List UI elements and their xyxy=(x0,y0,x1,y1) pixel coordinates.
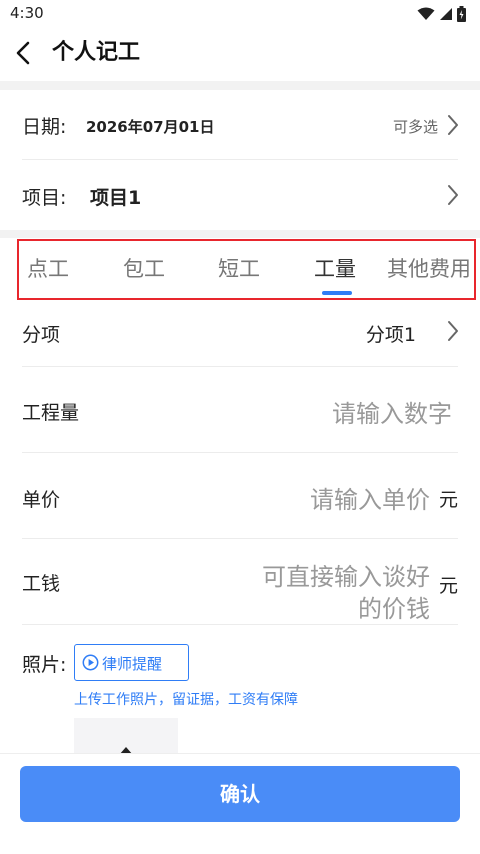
date-row[interactable]: 日期: 2026年07月01日 可多选 xyxy=(0,90,480,160)
chevron-right-icon xyxy=(448,321,458,341)
quantity-row: 工程量 请输入数字 xyxy=(0,367,480,453)
wage-row: 工钱 可直接输入谈好 的价钱 元 xyxy=(0,539,480,625)
unit-price-row: 单价 请输入单价 元 xyxy=(0,453,480,539)
battery-icon xyxy=(457,6,466,22)
status-icons xyxy=(417,6,466,22)
project-row[interactable]: 项目: 项目1 xyxy=(0,160,480,230)
project-label: 项目: xyxy=(22,187,67,209)
page-title: 个人记工 xyxy=(52,40,141,65)
subitem-value: 分项1 xyxy=(365,324,416,346)
tab-duan-gong[interactable]: 短工 xyxy=(218,253,260,283)
quantity-input[interactable]: 请输入数字 xyxy=(332,394,452,429)
lawyer-reminder-button[interactable]: 律师提醒 xyxy=(74,644,189,681)
wage-placeholder-line2: 的价钱 xyxy=(358,595,430,623)
confirm-button[interactable]: 确认 xyxy=(20,766,460,822)
upload-note: 上传工作照片，留证据，工资有保障 xyxy=(74,692,298,708)
back-arrow-icon[interactable] xyxy=(10,38,40,68)
chevron-right-icon xyxy=(448,115,458,135)
wage-label: 工钱 xyxy=(22,573,61,595)
section-separator xyxy=(0,230,480,238)
unit-price-input[interactable]: 请输入单价 xyxy=(310,480,430,515)
project-value: 项目1 xyxy=(90,187,142,209)
work-type-tabs: 点工 包工 短工 工量 其他费用 xyxy=(17,239,476,300)
photo-upload-box[interactable] xyxy=(74,718,178,759)
signal-icon xyxy=(440,8,452,20)
quantity-label: 工程量 xyxy=(22,402,80,424)
date-label: 日期: xyxy=(22,116,67,138)
wage-placeholder-line1: 可直接输入谈好 xyxy=(262,563,430,591)
wage-unit: 元 xyxy=(438,575,458,597)
app-bar: 个人记工 xyxy=(0,28,480,80)
multi-select-hint: 可多选 xyxy=(392,118,438,136)
chevron-right-icon xyxy=(448,185,458,205)
tab-gong-liang[interactable]: 工量 xyxy=(314,253,356,283)
tab-dian-gong[interactable]: 点工 xyxy=(27,253,69,283)
date-value: 2026年07月01日 xyxy=(86,118,215,136)
status-time: 4:30 xyxy=(10,4,44,22)
play-circle-icon xyxy=(82,654,99,671)
wifi-icon xyxy=(417,7,435,20)
subitem-label: 分项 xyxy=(22,324,61,346)
divider xyxy=(22,624,458,625)
status-bar: 4:30 xyxy=(0,0,480,28)
unit-price-unit: 元 xyxy=(438,489,458,511)
active-tab-indicator xyxy=(322,291,352,295)
subitem-row[interactable]: 分项 分项1 xyxy=(0,300,480,366)
unit-price-label: 单价 xyxy=(22,489,61,511)
tab-bao-gong[interactable]: 包工 xyxy=(123,253,165,283)
tab-other-expenses[interactable]: 其他费用 xyxy=(387,253,471,283)
wage-input[interactable]: 可直接输入谈好 的价钱 xyxy=(230,557,430,625)
section-separator xyxy=(0,81,480,90)
photos-label: 照片: xyxy=(22,654,67,676)
lawyer-reminder-label: 律师提醒 xyxy=(102,655,163,673)
